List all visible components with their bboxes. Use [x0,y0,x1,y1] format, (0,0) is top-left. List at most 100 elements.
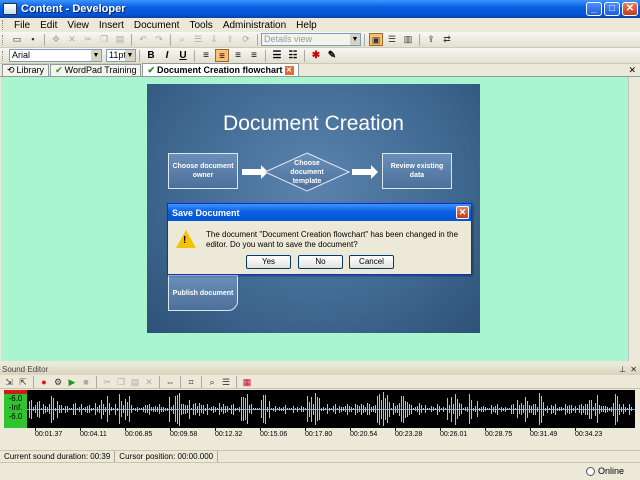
waveform-sample [95,403,96,415]
font-family-dropdown[interactable]: Arial ▼ [9,49,102,62]
refresh-icon[interactable]: ⟳ [239,33,253,46]
waveform-sample [273,407,274,411]
align-center-icon[interactable]: ≡ [215,49,229,62]
zoom-icon[interactable]: ⌕ [206,376,218,388]
sync-icon[interactable]: ⇄ [440,33,454,46]
waveform-sample [519,404,520,414]
justify-icon[interactable]: ≡ [247,49,261,62]
stop-icon[interactable]: ■ [80,376,92,388]
menu-insert[interactable]: Insert [94,20,129,31]
move-icon[interactable]: ✥ [49,33,63,46]
waveform-sample [403,395,404,423]
tab-document-creation-flowchart[interactable]: ✔ Document Creation flowchart ✕ [142,63,299,76]
settings-icon[interactable]: ▦ [241,376,253,388]
menu-document[interactable]: Document [129,20,185,31]
close-panel-icon[interactable]: ✕ [630,364,637,375]
cursor-position: Cursor position: 00:00.000 [115,451,219,462]
fit-to-view-icon[interactable]: ⇔ [164,376,176,388]
play-icon[interactable]: ▶ [66,376,78,388]
menu-help[interactable]: Help [291,20,322,31]
yes-button[interactable]: Yes [246,255,291,269]
properties-icon[interactable]: ☰ [191,33,205,46]
redo-icon[interactable]: ↷ [152,33,166,46]
toolbar-separator [257,33,258,46]
close-all-tabs-icon[interactable]: ✕ [628,65,636,76]
waveform-sample [501,406,502,412]
pin-icon[interactable]: ⊥ [619,364,626,375]
waveform-sample [585,403,586,415]
cut-icon[interactable]: ✂ [101,376,113,388]
menu-view[interactable]: View [62,20,94,31]
italic-button[interactable]: I [160,49,174,62]
volume-icon[interactable]: ☰ [220,376,232,388]
waveform-sample [65,405,66,413]
save-icon[interactable]: ▪ [26,33,40,46]
waveform-sample [621,406,622,412]
menu-tools[interactable]: Tools [184,20,217,31]
import-icon[interactable]: ⇩ [207,33,221,46]
cut-icon[interactable]: ✂ [81,33,95,46]
toolbar-separator [33,375,34,388]
waveform-sample [457,399,458,419]
maximize-button[interactable]: □ [604,2,620,16]
paste-icon[interactable]: ▤ [129,376,141,388]
waveform-sample [463,408,464,410]
close-tab-icon[interactable]: ✕ [284,65,294,75]
undo-icon[interactable]: ↶ [136,33,150,46]
waveform-sample [115,403,116,415]
paste-icon[interactable]: ▤ [113,33,127,46]
view-mode-dropdown[interactable]: Details view ▼ [261,33,361,46]
waveform-sample [123,405,124,413]
vertical-scrollbar[interactable] [628,77,640,361]
close-window-button[interactable]: ✕ [622,2,638,16]
menu-administration[interactable]: Administration [218,20,291,31]
timeline-label: 00:04.11 [80,431,107,438]
waveform-display[interactable] [27,390,635,428]
cancel-button[interactable]: Cancel [349,255,394,269]
tab-wordpad-training[interactable]: ✔ WordPad Training [50,64,142,76]
menu-file[interactable]: File [9,20,35,31]
spellcheck-icon[interactable]: ✱ [309,49,323,62]
menu-edit[interactable]: Edit [35,20,62,31]
find-icon[interactable]: ⌕ [175,33,189,46]
record-options-icon[interactable]: ⚙ [52,376,64,388]
toolbar-grip [2,50,5,61]
horizontal-split-layout-icon[interactable]: ☰ [385,33,399,46]
no-button[interactable]: No [298,255,343,269]
export-icon[interactable]: ⇧ [223,33,237,46]
vertical-split-layout-icon[interactable]: ▥ [401,33,415,46]
waveform-sample [165,407,166,411]
highlight-icon[interactable]: ✎ [325,49,339,62]
waveform-sample [573,407,574,411]
waveform-sample [287,408,288,410]
delete-icon[interactable]: ✕ [65,33,79,46]
tab-library[interactable]: ⟲ Library [2,64,50,76]
align-right-icon[interactable]: ≡ [231,49,245,62]
waveform-sample [355,403,356,415]
copy-icon[interactable]: ❐ [115,376,127,388]
new-document-icon[interactable]: ▭ [10,33,24,46]
delete-icon[interactable]: ✕ [143,376,155,388]
single-pane-layout-icon[interactable]: ▣ [369,33,383,46]
numbered-list-icon[interactable]: ☷ [286,49,300,62]
waveform-sample [313,403,314,415]
export-sound-icon[interactable]: ⇱ [17,376,29,388]
dialog-close-button[interactable]: ✕ [456,206,469,219]
save-document-dialog: Save Document ✕ ! The document "Document… [167,203,472,275]
bullet-list-icon[interactable]: ☰ [270,49,284,62]
bold-button[interactable]: B [144,49,158,62]
waveform-sample [333,406,334,412]
font-size-dropdown[interactable]: 11pt ▼ [106,49,136,62]
underline-button[interactable]: U [176,49,190,62]
library-icon: ⟲ [7,65,15,75]
align-left-icon[interactable]: ≡ [199,49,213,62]
crop-icon[interactable]: ⌗ [185,376,197,388]
chevron-down-icon: ▼ [350,34,360,45]
import-sound-icon[interactable]: ⇲ [3,376,15,388]
flow-node-label: Choose document template [290,160,324,185]
publish-icon[interactable]: ⇪ [424,33,438,46]
copy-icon[interactable]: ❐ [97,33,111,46]
waveform-sample [571,405,572,413]
minimize-button[interactable]: _ [586,2,602,16]
record-icon[interactable]: ● [38,376,50,388]
